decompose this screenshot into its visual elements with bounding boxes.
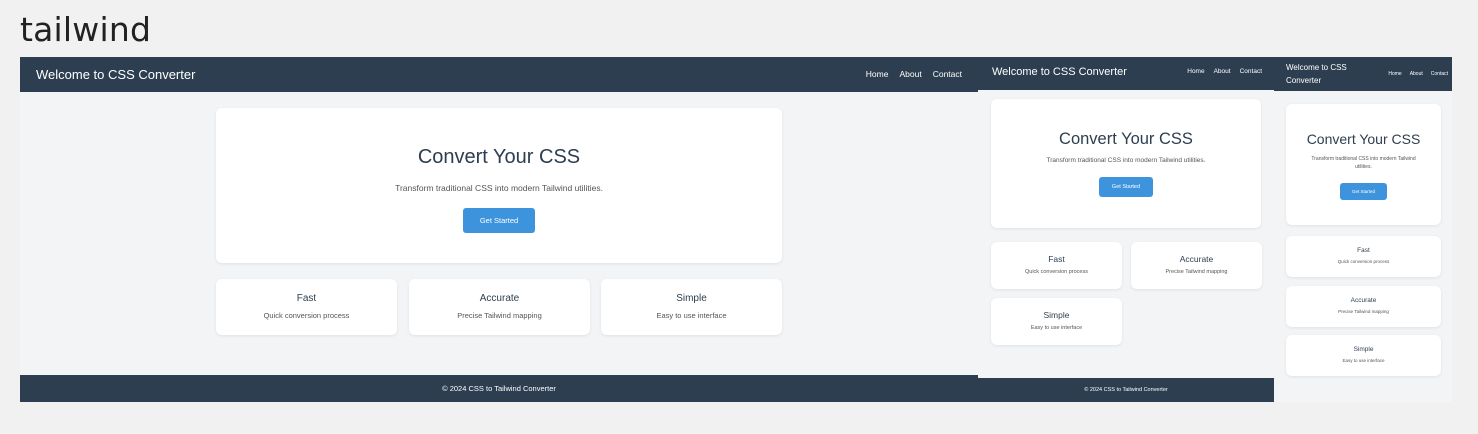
nav-link-home[interactable]: Home (1187, 68, 1204, 75)
get-started-button[interactable]: Get Started (462, 208, 536, 233)
navbar: Welcome to CSS Converter Home About Cont… (20, 57, 978, 92)
brand-title: Welcome to CSS Converter (36, 67, 196, 82)
feature-desc: Precise Tailwind mapping (1338, 309, 1389, 314)
feature-desc: Easy to use interface (1342, 358, 1385, 363)
hero-subtitle: Transform traditional CSS into modern Ta… (1311, 156, 1416, 170)
navbar: Welcome to CSS Converter Home About Cont… (1274, 57, 1452, 91)
feature-title: Simple (676, 293, 707, 304)
feature-card-accurate: Accurate Precise Tailwind mapping (1131, 242, 1262, 289)
feature-card-accurate: Accurate Precise Tailwind mapping (409, 279, 590, 335)
nav-links: Home About Contact (1187, 68, 1262, 75)
feature-title: Fast (296, 293, 317, 304)
feature-card-accurate: Accurate Precise Tailwind mapping (1286, 286, 1441, 327)
feature-card-fast: Fast Quick conversion process (991, 242, 1122, 289)
nav-links: Home About Contact (1388, 71, 1448, 77)
mobile-preview: Welcome to CSS Converter Home About Cont… (1274, 57, 1452, 402)
nav-link-home[interactable]: Home (1388, 71, 1401, 77)
brand-title: Welcome to CSS Converter (992, 66, 1127, 78)
feature-title: Fast (1357, 247, 1370, 254)
feature-title: Accurate (1179, 254, 1214, 264)
hero-title: Convert Your CSS (1306, 131, 1421, 147)
feature-title: Accurate (479, 293, 520, 304)
hero-title: Convert Your CSS (1059, 130, 1193, 148)
nav-link-about[interactable]: About (899, 69, 921, 79)
brand-title: Welcome to CSS Converter (1286, 63, 1347, 85)
hero-card: Convert Your CSS Transform traditional C… (216, 108, 782, 263)
navbar: Welcome to CSS Converter Home About Cont… (978, 57, 1274, 90)
footer: © 2024 CSS to Tailwind Converter (20, 375, 978, 402)
hero-title: Convert Your CSS (417, 146, 581, 168)
feature-desc: Easy to use interface (656, 311, 727, 320)
feature-card-fast: Fast Quick conversion process (1286, 236, 1441, 277)
feature-card-simple: Simple Easy to use interface (1286, 335, 1441, 376)
feature-title: Fast (1048, 254, 1065, 264)
feature-desc: Precise Tailwind mapping (1165, 269, 1228, 275)
hero-subtitle: Transform traditional CSS into modern Ta… (395, 183, 603, 193)
page-heading: tailwind (20, 10, 152, 49)
feature-desc: Precise Tailwind mapping (457, 311, 542, 320)
get-started-button[interactable]: Get Started (1339, 183, 1387, 200)
nav-link-contact[interactable]: Contact (1240, 68, 1262, 75)
get-started-button[interactable]: Get Started (1098, 177, 1154, 197)
feature-card-simple: Simple Easy to use interface (991, 298, 1122, 345)
desktop-preview: Welcome to CSS Converter Home About Cont… (20, 57, 978, 402)
nav-links: Home About Contact (866, 69, 962, 79)
nav-link-about[interactable]: About (1214, 68, 1231, 75)
nav-link-home[interactable]: Home (866, 69, 889, 79)
feature-title: Simple (1043, 310, 1070, 320)
nav-link-contact[interactable]: Contact (933, 69, 962, 79)
feature-title: Accurate (1350, 297, 1377, 304)
feature-card-simple: Simple Easy to use interface (601, 279, 782, 335)
tablet-preview: Welcome to CSS Converter Home About Cont… (978, 57, 1274, 402)
feature-desc: Easy to use interface (1030, 325, 1083, 331)
nav-link-contact[interactable]: Contact (1431, 71, 1448, 77)
feature-desc: Quick conversion process (1337, 259, 1390, 264)
hero-card: Convert Your CSS Transform traditional C… (991, 99, 1261, 228)
hero-card: Convert Your CSS Transform traditional C… (1286, 104, 1441, 225)
feature-desc: Quick conversion process (263, 311, 350, 320)
feature-card-fast: Fast Quick conversion process (216, 279, 397, 335)
feature-desc: Quick conversion process (1025, 269, 1088, 275)
footer: © 2024 CSS to Tailwind Converter (978, 378, 1274, 402)
hero-subtitle: Transform traditional CSS into modern Ta… (1046, 157, 1206, 164)
feature-title: Simple (1353, 346, 1374, 353)
nav-link-about[interactable]: About (1410, 71, 1423, 77)
